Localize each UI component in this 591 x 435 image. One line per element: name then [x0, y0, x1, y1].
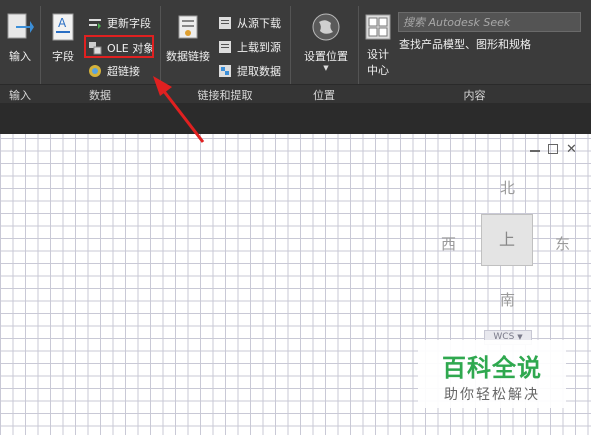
watermark-title: 百科全说	[442, 354, 542, 382]
watermark-subtitle: 助你轻松解决	[444, 387, 540, 403]
watermark: 百科全说 助你轻松解决	[418, 340, 566, 408]
